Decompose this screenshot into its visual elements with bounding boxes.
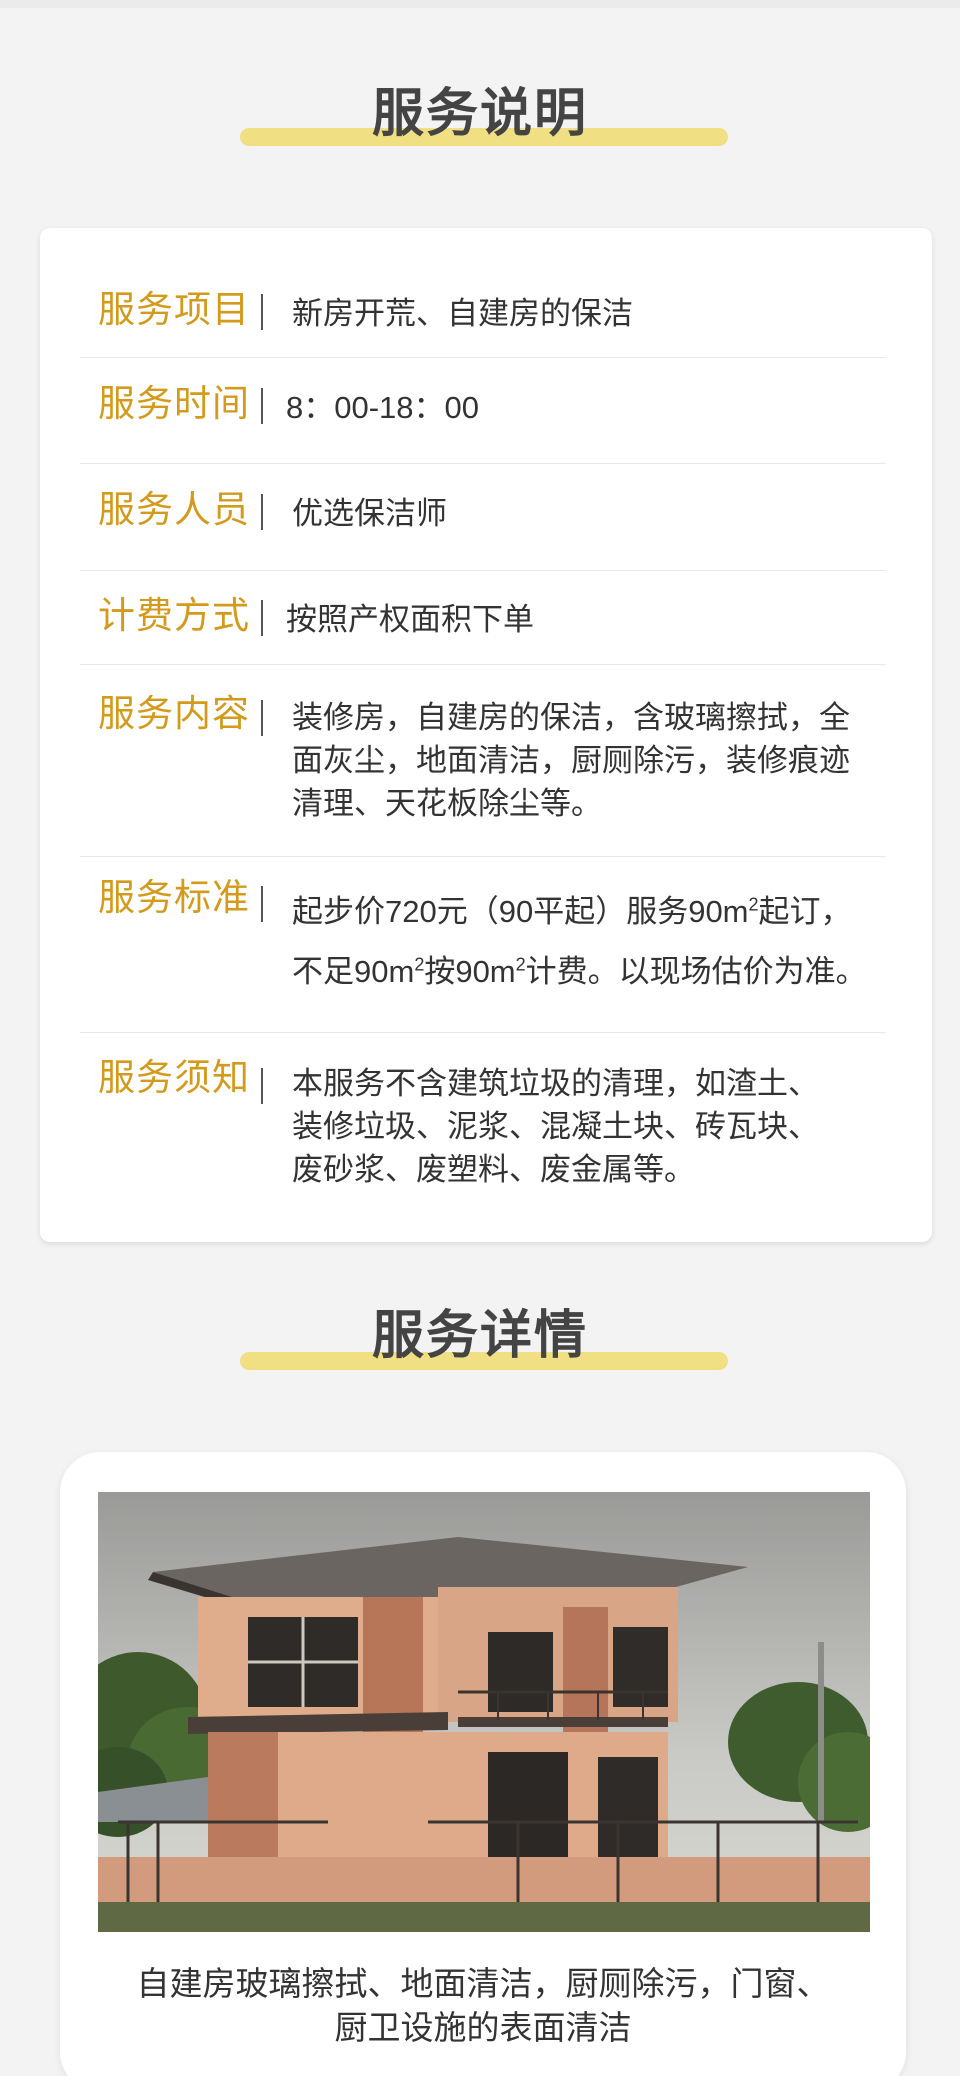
service-info-card: 服务项目 新房开荒、自建房的保洁 服务时间 8：00-18：00 服务人员 优选… [40,228,932,1242]
row-value-line: 起步价720元（90平起）服务90m2起订， [292,882,932,942]
divider [80,664,886,665]
separator [261,1068,263,1104]
row-value: 装修房，自建房的保洁，含玻璃擦拭，全 面灰尘，地面清洁，厨厕除污，装修痕迹 清理… [292,696,932,825]
row-value: 起步价720元（90平起）服务90m2起订， 不足90m2按90m2计费。以现场… [292,882,932,1002]
caption-line: 自建房玻璃擦拭、地面清洁，厨厕除污，门窗、 [136,1965,830,2002]
section-title-service-description: 服务说明 [0,84,960,146]
separator [261,886,263,922]
top-strip [0,0,960,8]
row-value: 优选保洁师 [292,496,447,531]
text-fragment: 起步价720元（90平起）服务90m [292,894,749,929]
row-value-line: 本服务不含建筑垃圾的清理，如渣土、 [292,1066,819,1101]
row-label: 服务项目 [98,289,250,330]
divider [80,357,886,358]
superscript: 2 [414,954,425,975]
row-value-line: 不足90m2按90m2计费。以现场估价为准。 [292,942,932,1002]
separator [261,494,263,530]
row-value-line: 面灰尘，地面清洁，厨厕除污，装修痕迹 [292,743,850,778]
section-title-text: 服务详情 [371,1307,588,1365]
row-value: 本服务不含建筑垃圾的清理，如渣土、 装修垃圾、泥浆、混凝土块、砖瓦块、 废砂浆、… [292,1062,932,1191]
separator [261,388,263,424]
row-label: 服务标准 [98,877,250,918]
house-illustration [98,1492,870,1932]
row-value-line: 清理、天花板除尘等。 [292,786,602,821]
divider [80,463,886,464]
separator [261,700,263,736]
row-label: 计费方式 [98,595,250,636]
row-value-line: 装修房，自建房的保洁，含玻璃擦拭，全 [292,700,850,735]
row-value-line: 装修垃圾、泥浆、混凝土块、砖瓦块、 [292,1109,819,1144]
service-detail-card: 自建房玻璃擦拭、地面清洁，厨厕除污，门窗、 厨卫设施的表面清洁 [60,1452,906,2076]
section-title-text: 服务说明 [371,85,588,143]
text-fragment: 不足90m [292,954,415,989]
row-label: 服务内容 [98,693,250,734]
row-label: 服务人员 [98,489,250,530]
separator [261,600,263,636]
caption-line: 厨卫设施的表面清洁 [334,2009,632,2046]
row-value: 按照产权面积下单 [286,602,534,637]
section-title-service-details: 服务详情 [0,1306,960,1370]
superscript: 2 [748,894,759,915]
row-label: 服务时间 [98,383,250,424]
divider [80,1032,886,1033]
row-value-line: 废砂浆、废塑料、废金属等。 [292,1152,695,1187]
row-value: 新房开荒、自建房的保洁 [292,296,633,331]
separator [261,294,263,330]
row-label: 服务须知 [98,1057,250,1098]
superscript: 2 [515,954,526,975]
divider [80,856,886,857]
detail-caption: 自建房玻璃擦拭、地面清洁，厨厕除污，门窗、 厨卫设施的表面清洁 [60,1962,906,2050]
text-fragment: 起订， [758,894,852,929]
house-photo [98,1492,870,1932]
divider [80,570,886,571]
row-value: 8：00-18：00 [286,390,480,425]
text-fragment: 按90m [424,954,516,989]
text-fragment: 计费。以现场估价为准。 [525,954,867,989]
